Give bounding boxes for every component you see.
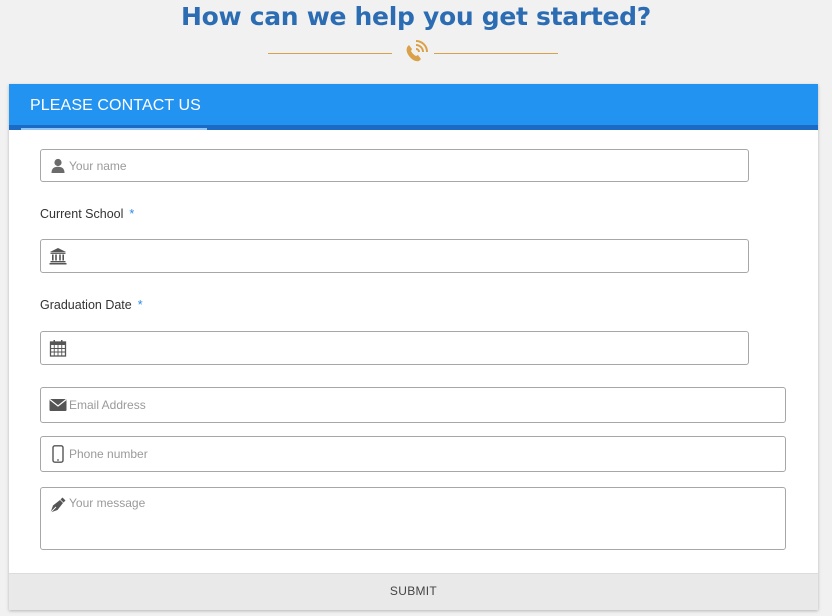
divider-line-right (434, 53, 558, 54)
tab-contact-us-label: PLEASE CONTACT US (30, 97, 201, 114)
submit-button[interactable]: SUBMIT (9, 573, 818, 610)
title-divider (0, 38, 832, 68)
institution-icon (49, 247, 67, 265)
tab-contact-us[interactable]: PLEASE CONTACT US (21, 84, 207, 130)
phone-ringing-icon (400, 38, 430, 68)
page-title: How can we help you get started? (181, 2, 651, 31)
current-school-field (40, 239, 749, 273)
required-mark: * (137, 298, 143, 312)
calendar-icon (49, 339, 67, 357)
required-mark: * (129, 207, 135, 221)
email-input[interactable] (69, 388, 777, 422)
contact-form-card: PLEASE CONTACT US Current School * Gradua… (9, 84, 818, 610)
message-textarea[interactable] (69, 496, 777, 543)
phone-field (40, 436, 786, 472)
pen-icon (49, 496, 67, 514)
current-school-input[interactable] (69, 240, 740, 272)
card-header: PLEASE CONTACT US (9, 84, 818, 130)
graduation-date-label: Graduation Date * (40, 298, 143, 312)
tab-active-indicator (21, 128, 207, 130)
current-school-label: Current School * (40, 207, 134, 221)
phone-input[interactable] (69, 437, 777, 471)
email-field (40, 387, 786, 423)
user-icon (49, 157, 67, 175)
graduation-date-label-text: Graduation Date (40, 298, 132, 312)
name-field (40, 149, 749, 182)
divider-line-left (268, 53, 392, 54)
current-school-label-text: Current School (40, 207, 124, 221)
name-input[interactable] (69, 150, 740, 181)
graduation-date-input[interactable] (69, 332, 740, 364)
message-field (40, 487, 786, 550)
graduation-date-field (40, 331, 749, 365)
mobile-phone-icon (49, 445, 67, 463)
envelope-icon (49, 396, 67, 414)
